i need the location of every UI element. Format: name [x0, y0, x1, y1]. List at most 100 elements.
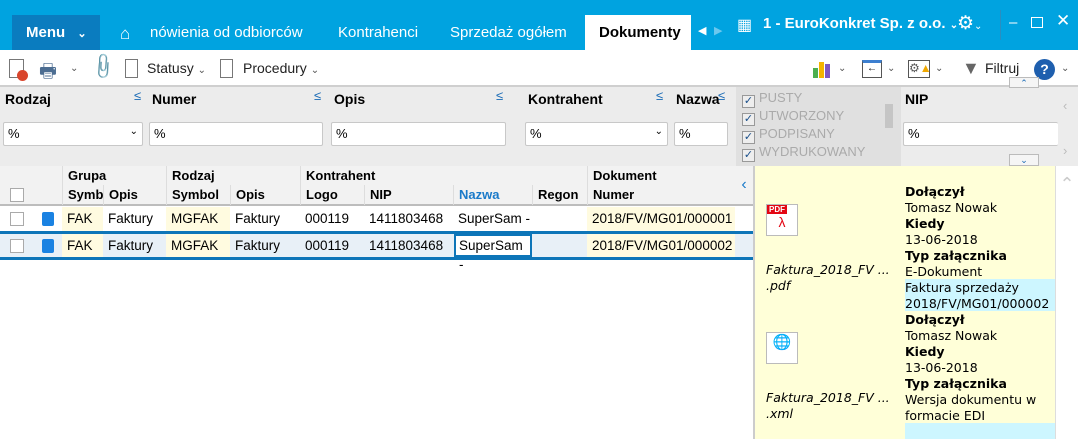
filter-operator-icon[interactable]: ≤	[314, 88, 321, 103]
cancel-document-icon[interactable]	[9, 59, 28, 81]
filter-label-opis: Opis	[334, 91, 366, 107]
chevron-down-icon[interactable]: ⌄	[887, 63, 895, 74]
col-nazwa[interactable]: Nazwa	[453, 185, 532, 205]
chevron-down-icon[interactable]: ⌄	[935, 63, 943, 74]
tab-kontrahenci[interactable]: Kontrahenci	[338, 15, 418, 50]
filter-operator-icon[interactable]: ≤	[656, 88, 663, 103]
col-symb[interactable]: Symb	[62, 185, 103, 205]
chevron-down-icon[interactable]: ⌄	[1061, 63, 1069, 74]
attachment-filename[interactable]: Faktura_2018_FV ...	[766, 262, 890, 277]
filter-operator-icon[interactable]: ≤	[718, 88, 725, 103]
nazwa-input[interactable]: %	[674, 122, 728, 146]
procedury-button[interactable]: Procedury ⌄	[243, 60, 319, 76]
chart-icon[interactable]	[811, 60, 833, 78]
panel-scrollbar[interactable]: ⌃	[1055, 166, 1078, 439]
filter-label-rodzaj: Rodzaj	[5, 91, 51, 107]
chevron-down-icon[interactable]: ⌄	[70, 63, 78, 74]
table-row[interactable]: FAK Faktury MGFAK Faktury 000119 1411803…	[0, 207, 753, 231]
group-rodzaj: Rodzaj	[166, 166, 300, 186]
company-name: 1 - EuroKonkret Sp. z o.o.	[763, 15, 946, 32]
pdf-file-icon[interactable]: PDF λ	[766, 204, 798, 236]
row-checkbox[interactable]	[10, 239, 24, 253]
col-regon[interactable]: Regon	[532, 185, 587, 205]
scroll-right-icon[interactable]: ›	[1063, 143, 1067, 158]
filter-icon: ▼	[962, 58, 980, 78]
cell-nazwa-focused[interactable]: SuperSam -	[454, 234, 532, 272]
col-nip[interactable]: NIP	[364, 185, 453, 205]
close-icon[interactable]: ✕	[1056, 11, 1070, 31]
kontrahent-select[interactable]: % ⌄	[525, 122, 668, 146]
cell-logo: 000119	[305, 238, 350, 253]
collapse-panel-icon[interactable]: ‹	[735, 166, 753, 206]
collapse-up-icon[interactable]: ⌃	[1009, 77, 1039, 88]
label-kiedy: Kiedy	[905, 344, 945, 359]
filter-operator-icon[interactable]: ≤	[134, 88, 141, 103]
attachment-filename[interactable]: Faktura_2018_FV ...	[766, 390, 890, 405]
minimize-icon[interactable]: –	[1009, 14, 1017, 31]
label-dolaczyl: Dołączył	[905, 184, 965, 199]
label-dolaczyl: Dołączył	[905, 312, 965, 327]
group-dokument: Dokument	[587, 166, 735, 186]
cell-opis-rodzaj: Faktury	[235, 211, 281, 226]
settings-gear-icon[interactable]: ⚙⌄	[957, 12, 982, 35]
xml-file-icon[interactable]: 🌐	[766, 332, 798, 364]
rodzaj-select[interactable]: % ⌄	[3, 122, 143, 146]
value-typ: formacie EDI	[905, 408, 986, 423]
col-opis-rodzaj[interactable]: Opis	[230, 185, 300, 205]
cell-nip: 1411803468	[369, 211, 444, 226]
apps-grid-icon[interactable]: ▦	[737, 15, 752, 35]
table-row-selected[interactable]: FAK Faktury MGFAK Faktury 000119 1411803…	[0, 231, 753, 272]
tab-scroll-right-icon[interactable]: ▶	[714, 24, 722, 37]
col-numer[interactable]: Numer	[587, 185, 735, 205]
collapse-down-icon[interactable]: ⌄	[1009, 154, 1039, 166]
col-logo[interactable]: Logo	[300, 185, 364, 205]
cell-nazwa: SuperSam -	[458, 211, 531, 226]
color-marker	[42, 239, 54, 253]
kontrahent-value: %	[530, 126, 542, 141]
status-scrollbar[interactable]	[885, 104, 893, 128]
tab-sprzedaz[interactable]: Sprzedaż ogółem	[450, 15, 567, 50]
menu-label: Menu	[26, 24, 66, 41]
statusy-label: Statusy	[147, 60, 194, 76]
panel-toggle-icon[interactable]: ←	[862, 60, 882, 78]
settings-warning-icon[interactable]: ⚙▲	[908, 60, 932, 78]
cell-opis-rodzaj: Faktury	[235, 238, 281, 253]
company-selector[interactable]: 1 - EuroKonkret Sp. z o.o. ⌄	[763, 15, 958, 32]
status-podpisany[interactable]: ✓ PODPISANY	[742, 125, 835, 144]
attachment-description: Faktura sprzedaży	[905, 280, 1019, 295]
status-pusty[interactable]: ✓ PUSTY	[742, 89, 802, 108]
attachment-description: 2018/FV/MG01/000002	[905, 296, 1050, 311]
group-grupa: Grupa	[62, 166, 166, 186]
col-symbol[interactable]: Symbol	[166, 185, 230, 205]
menu-button[interactable]: Menu ⌄	[12, 15, 100, 50]
cell-symbol: MGFAK	[166, 234, 230, 257]
row-checkbox[interactable]	[10, 212, 24, 226]
filter-label-kontrahent: Kontrahent	[528, 91, 603, 107]
opis-input[interactable]: %	[331, 122, 506, 146]
print-icon[interactable]: 🖶	[39, 57, 57, 89]
filtruj-button[interactable]: Filtruj	[985, 60, 1019, 76]
select-all-checkbox[interactable]	[10, 188, 24, 202]
col-opis[interactable]: Opis	[103, 185, 166, 205]
maximize-icon[interactable]	[1031, 17, 1043, 28]
cell-symb: FAK	[62, 234, 103, 257]
value-typ: Wersja dokumentu w	[905, 392, 1037, 407]
tab-dokumenty[interactable]: Dokumenty	[585, 15, 691, 50]
status-utworzony[interactable]: ✓ UTWORZONY	[742, 107, 844, 126]
value-dolaczyl: Tomasz Nowak	[905, 328, 998, 343]
filter-operator-icon[interactable]: ≤	[496, 88, 503, 103]
cell-numer: 2018/FV/MG01/000002	[587, 234, 735, 257]
scroll-left-icon[interactable]: ‹	[1063, 98, 1067, 113]
tab-zamowienia[interactable]: nówienia od odbiorców	[150, 15, 303, 50]
tab-scroll-left-icon[interactable]: ◀	[698, 24, 706, 37]
chevron-down-icon[interactable]: ⌄	[838, 63, 846, 74]
value-kiedy: 13-06-2018	[905, 360, 978, 375]
statusy-button[interactable]: Statusy ⌄	[147, 60, 206, 76]
status-wydrukowany[interactable]: ✓ WYDRUKOWANY	[742, 143, 865, 162]
home-icon[interactable]: ⌂	[120, 24, 130, 44]
numer-input[interactable]: %	[149, 122, 323, 146]
nip-input[interactable]: %	[903, 122, 1058, 146]
divider	[1000, 10, 1001, 40]
label-typ: Typ załącznika	[905, 248, 1007, 263]
filter-label-nip: NIP	[905, 91, 929, 107]
